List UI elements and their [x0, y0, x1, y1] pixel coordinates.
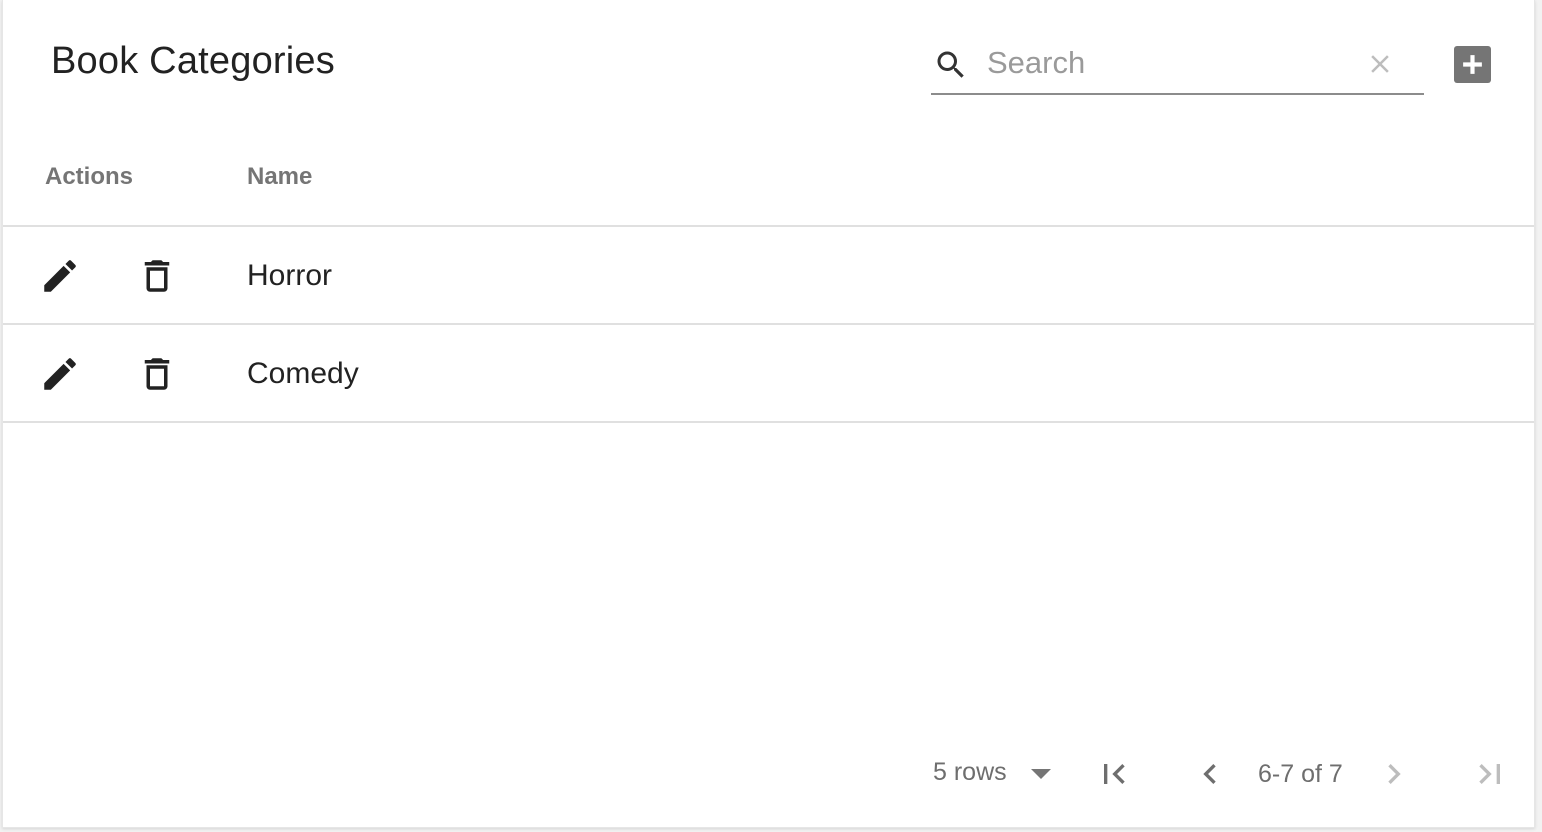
- add-icon: [1463, 55, 1482, 74]
- table-row: Horror: [3, 227, 1534, 325]
- delete-icon[interactable]: [136, 255, 178, 297]
- column-header-name[interactable]: Name: [247, 163, 312, 191]
- rows-per-page-label: 5 rows: [933, 758, 1007, 786]
- column-header-actions: Actions: [45, 163, 134, 190]
- edit-icon[interactable]: [39, 353, 81, 395]
- rows-per-page-select[interactable]: 5 rows: [933, 758, 1051, 792]
- category-name: Horror: [247, 259, 333, 292]
- add-category-button[interactable]: [1454, 46, 1491, 83]
- table-header: Actions Name: [3, 126, 1534, 227]
- caret-down-icon: [1031, 769, 1051, 779]
- last-page-icon[interactable]: [1470, 754, 1510, 794]
- search-icon: [937, 51, 964, 78]
- category-name: Comedy: [247, 357, 359, 390]
- next-page-icon[interactable]: [1374, 754, 1414, 794]
- page-range-label: 6-7 of 7: [1258, 760, 1343, 788]
- search-bar: [931, 36, 1424, 95]
- delete-icon[interactable]: [136, 353, 178, 395]
- page-title: Book Categories: [51, 40, 335, 82]
- edit-icon[interactable]: [39, 255, 81, 297]
- prev-page-icon[interactable]: [1190, 754, 1230, 794]
- first-page-icon[interactable]: [1094, 754, 1134, 794]
- close-icon[interactable]: [1365, 49, 1395, 79]
- book-categories-card: Book Categories Actions Name Horror: [2, 0, 1535, 828]
- search-input[interactable]: [987, 42, 1347, 84]
- pagination-bar: 5 rows 6-7 of 7: [3, 740, 1534, 810]
- table-row: Comedy: [3, 325, 1534, 423]
